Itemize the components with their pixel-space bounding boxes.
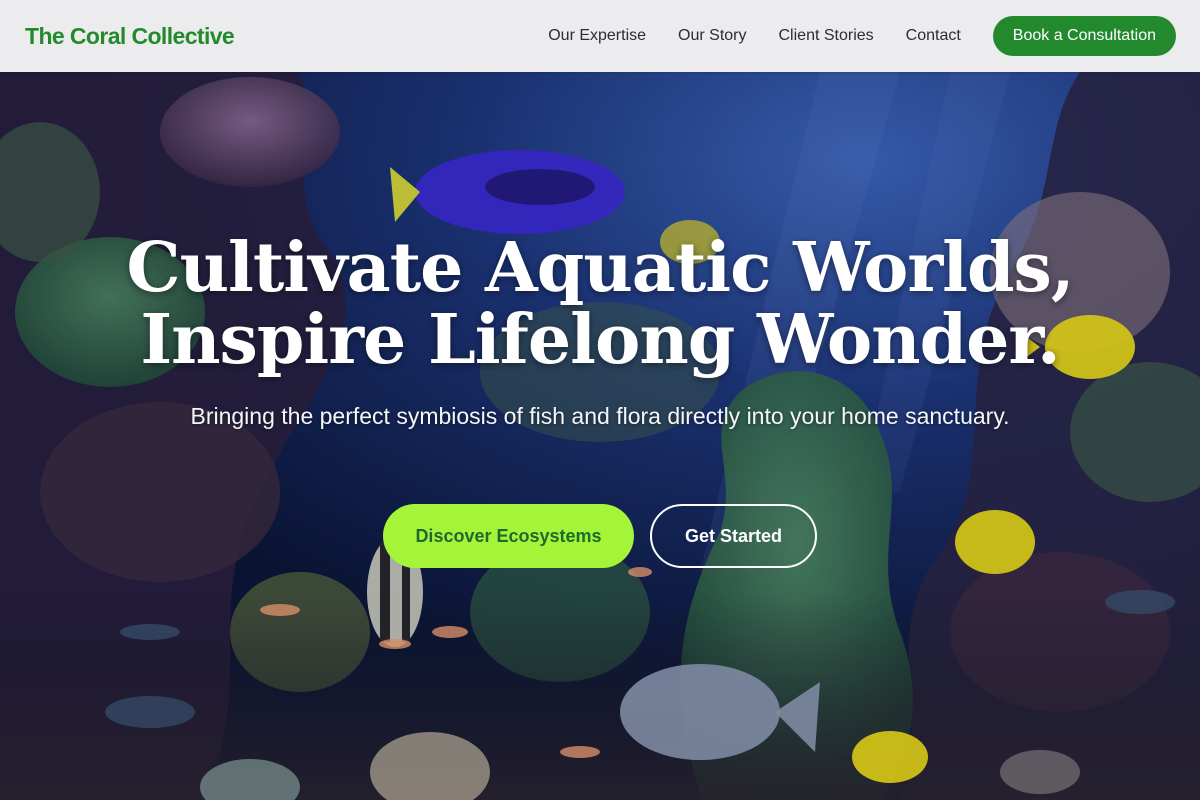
main-nav: Our Expertise Our Story Client Stories C… <box>548 16 1176 56</box>
hero-headline: Cultivate Aquatic Worlds, Inspire Lifelo… <box>100 232 1100 376</box>
site-logo[interactable]: The Coral Collective <box>25 23 235 50</box>
nav-link-client-stories[interactable]: Client Stories <box>779 27 874 45</box>
discover-ecosystems-button[interactable]: Discover Ecosystems <box>383 504 634 568</box>
hero-headline-line-2: Inspire Lifelong Wonder. <box>140 300 1060 380</box>
hero-subheadline: Bringing the perfect symbiosis of fish a… <box>190 403 1010 429</box>
hero-section: Cultivate Aquatic Worlds, Inspire Lifelo… <box>0 72 1200 800</box>
nav-link-our-story[interactable]: Our Story <box>678 27 746 45</box>
nav-link-our-expertise[interactable]: Our Expertise <box>548 27 646 45</box>
site-header: The Coral Collective Our Expertise Our S… <box>0 0 1200 72</box>
hero-content: Cultivate Aquatic Worlds, Inspire Lifelo… <box>0 72 1200 800</box>
hero-headline-line-1: Cultivate Aquatic Worlds, <box>126 228 1074 308</box>
nav-link-contact[interactable]: Contact <box>906 27 961 45</box>
book-consultation-button[interactable]: Book a Consultation <box>992 16 1176 56</box>
get-started-button[interactable]: Get Started <box>650 504 817 568</box>
